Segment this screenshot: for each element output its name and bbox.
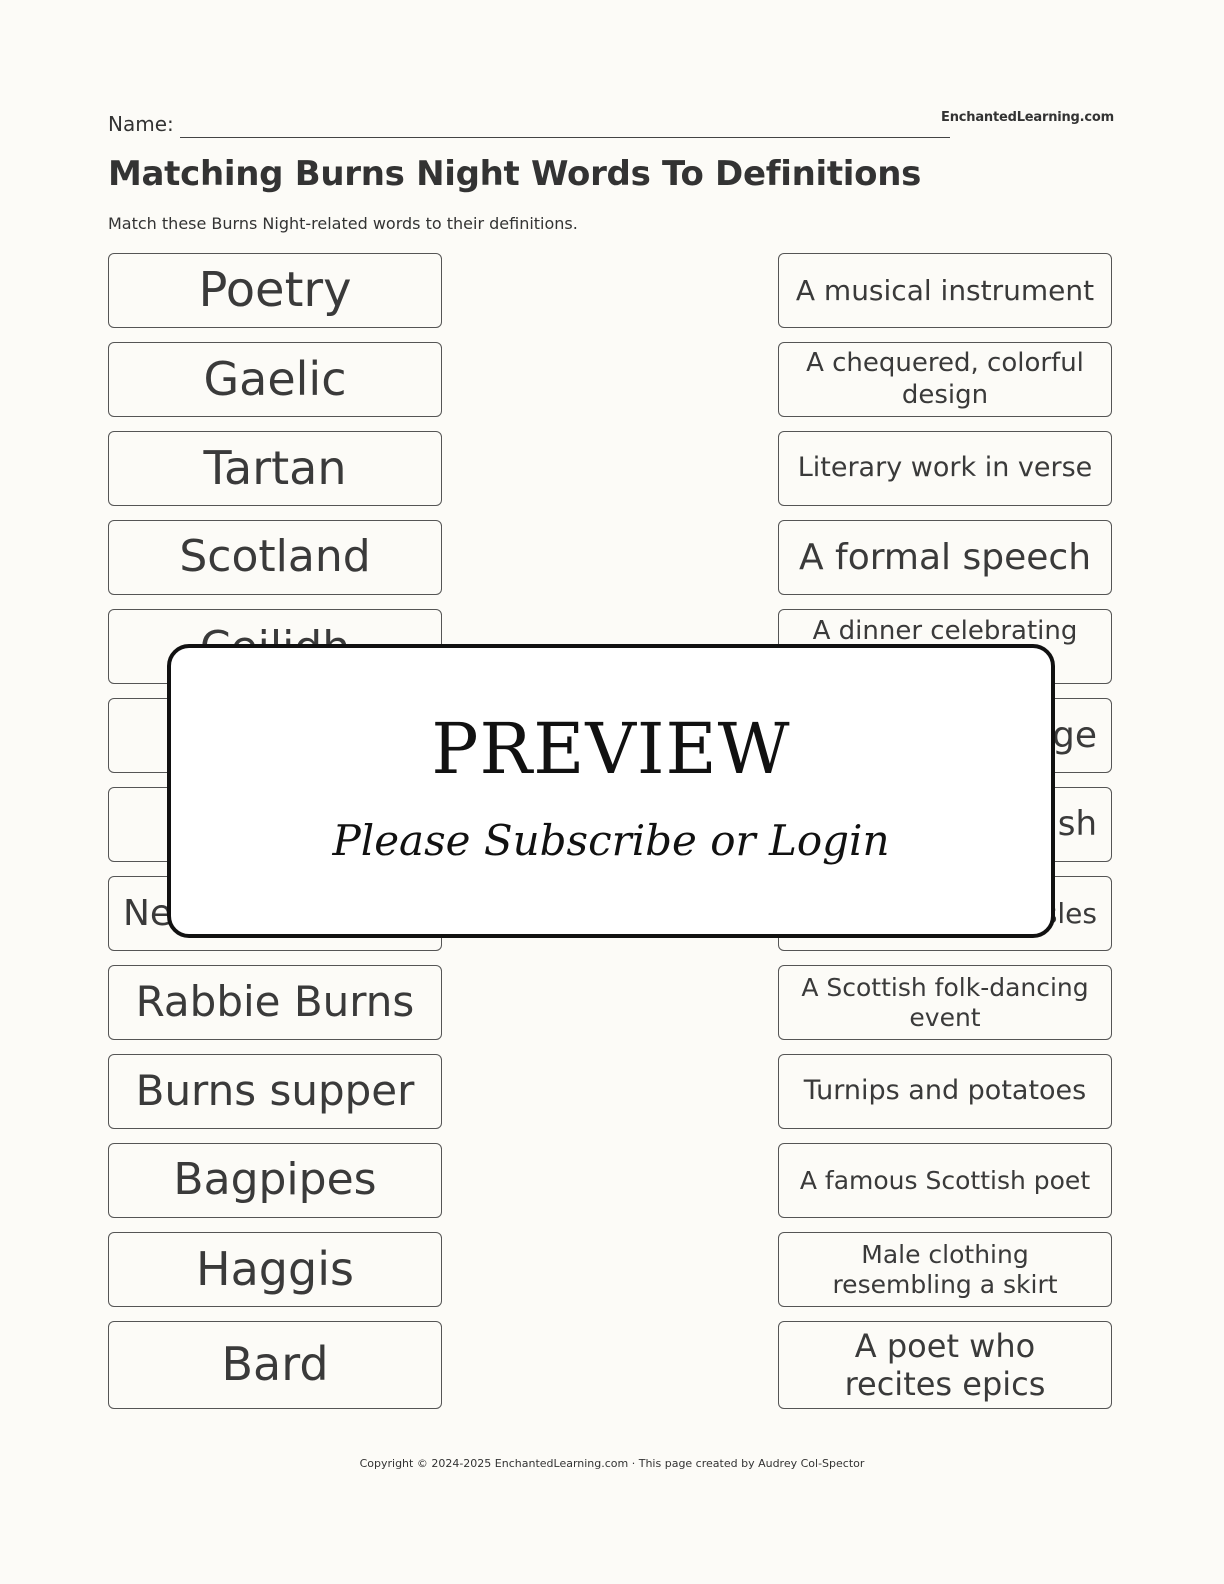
definition-text: A poet who recites epics xyxy=(844,1326,1046,1403)
definition-card[interactable]: A famous Scottish poet xyxy=(778,1143,1112,1218)
name-label: Name: xyxy=(108,112,174,136)
definition-text: Literary work in verse xyxy=(797,452,1093,484)
definition-card[interactable]: A formal speech xyxy=(778,520,1112,595)
definition-card[interactable]: Literary work in verse xyxy=(778,431,1112,506)
word-text: Tartan xyxy=(203,440,347,495)
definition-text: A famous Scottish poet xyxy=(799,1165,1091,1195)
word-card[interactable]: Poetry xyxy=(108,253,442,328)
definition-card[interactable]: Turnips and potatoes xyxy=(778,1054,1112,1129)
word-text: Bagpipes xyxy=(173,1154,377,1206)
word-text: Burns supper xyxy=(135,1066,415,1116)
definition-text: Male clothing resembling a skirt xyxy=(832,1239,1058,1299)
definition-text: Turnips and potatoes xyxy=(803,1075,1087,1107)
definition-text: A dinner celebrating xyxy=(812,616,1078,646)
word-text: Rabbie Burns xyxy=(135,977,415,1027)
instructions: Match these Burns Night-related words to… xyxy=(108,214,578,233)
subscribe-login-message[interactable]: Please Subscribe or Login xyxy=(171,816,1051,865)
word-card[interactable]: Scotland xyxy=(108,520,442,595)
word-card[interactable]: Tartan xyxy=(108,431,442,506)
definition-text: A formal speech xyxy=(798,536,1092,578)
definition-card[interactable]: Male clothing resembling a skirt xyxy=(778,1232,1112,1307)
word-card[interactable]: Gaelic xyxy=(108,342,442,417)
word-card[interactable]: Rabbie Burns xyxy=(108,965,442,1040)
page-title: Matching Burns Night Words To Definition… xyxy=(108,154,922,194)
definition-text: A chequered, colorful design xyxy=(806,348,1084,410)
word-text: Scotland xyxy=(179,531,371,583)
definition-card[interactable]: A Scottish folk-dancing event xyxy=(778,965,1112,1040)
preview-title: PREVIEW xyxy=(431,708,791,790)
word-text: Bard xyxy=(221,1337,329,1392)
definition-text: A musical instrument xyxy=(795,273,1095,307)
word-text: Gaelic xyxy=(203,351,347,406)
definition-card[interactable]: A poet who recites epics xyxy=(778,1321,1112,1409)
brand-logo: EnchantedLearning.com xyxy=(941,110,1114,125)
definition-card[interactable]: A chequered, colorful design xyxy=(778,342,1112,417)
preview-overlay[interactable]: PREVIEW Please Subscribe or Login xyxy=(167,644,1055,938)
word-card[interactable]: Haggis xyxy=(108,1232,442,1307)
name-line[interactable] xyxy=(180,137,950,138)
word-card[interactable]: Bard xyxy=(108,1321,442,1409)
word-card[interactable]: Bagpipes xyxy=(108,1143,442,1218)
definition-text: A Scottish folk-dancing event xyxy=(801,972,1089,1032)
word-card[interactable]: Burns supper xyxy=(108,1054,442,1129)
word-text: Poetry xyxy=(198,261,352,318)
definition-card[interactable]: A musical instrument xyxy=(778,253,1112,328)
copyright-footer: Copyright © 2024-2025 EnchantedLearning.… xyxy=(359,1457,865,1470)
word-text: Haggis xyxy=(196,1241,354,1296)
